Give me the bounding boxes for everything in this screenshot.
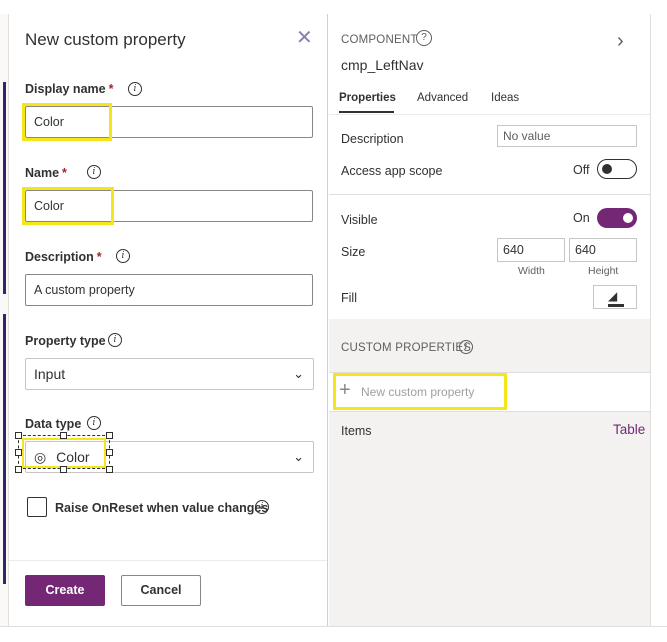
footer-divider <box>9 560 327 561</box>
bottom-strip <box>0 626 667 642</box>
tab-properties[interactable]: Properties <box>339 92 396 104</box>
height-caption: Height <box>588 265 619 277</box>
cancel-button[interactable]: Cancel <box>121 575 201 606</box>
info-icon[interactable]: i <box>87 416 101 430</box>
raise-onreset-label: Raise OnReset when value changes <box>55 501 269 515</box>
window-edge <box>650 14 667 626</box>
display-name-label: Display name * <box>25 82 114 96</box>
description-input[interactable]: A custom property <box>25 274 313 306</box>
access-scope-label: Access app scope <box>341 164 443 178</box>
top-strip <box>0 0 667 14</box>
fill-color-bar <box>608 304 624 307</box>
property-type-dropdown[interactable]: Input ⌄ <box>25 358 314 390</box>
create-button[interactable]: Create <box>25 575 105 606</box>
name-input[interactable]: Color <box>25 190 313 222</box>
property-type-label: Property type <box>25 334 106 348</box>
new-custom-property-label: New custom property <box>361 385 475 399</box>
selection-handle[interactable] <box>60 466 67 473</box>
visible-label: Visible <box>341 213 378 227</box>
tab-advanced[interactable]: Advanced <box>417 92 468 104</box>
data-type-label: Data type <box>25 417 82 431</box>
access-scope-toggle[interactable] <box>597 159 637 179</box>
info-icon[interactable]: i <box>459 340 473 354</box>
name-label: Name * <box>25 166 67 180</box>
items-value-link[interactable]: Table <box>613 422 645 437</box>
info-icon[interactable]: i <box>116 249 130 263</box>
panel-title: New custom property <box>25 30 186 49</box>
selection-handle[interactable] <box>60 432 67 439</box>
size-label: Size <box>341 245 366 259</box>
property-type-value: Input <box>34 366 66 382</box>
fill-label: Fill <box>341 291 357 305</box>
chevron-down-icon: ⌄ <box>293 449 304 464</box>
paint-bucket-icon: ◢ <box>608 289 618 303</box>
width-input[interactable]: 640 <box>497 238 565 262</box>
selection-handle[interactable] <box>106 466 113 473</box>
tab-ideas[interactable]: Ideas <box>491 92 519 104</box>
canvas-nav-bar <box>3 82 6 294</box>
tab-divider <box>329 114 650 115</box>
custom-properties-title: CUSTOM PROPERTIES <box>341 342 472 354</box>
info-icon[interactable]: i <box>128 82 142 96</box>
canvas-edge <box>0 14 9 626</box>
component-header: COMPONENT ? › cmp_LeftNav Properties Adv… <box>329 14 650 194</box>
selection-handle[interactable] <box>15 449 22 456</box>
new-custom-property-panel: New custom property ✕ Display name * i Co… <box>9 14 328 626</box>
new-custom-property-button[interactable]: + New custom property <box>329 372 650 412</box>
width-caption: Width <box>518 265 545 277</box>
selection-handle[interactable] <box>106 432 113 439</box>
display-name-input[interactable]: Color <box>25 106 313 138</box>
section-label: COMPONENT <box>341 34 418 46</box>
canvas-nav-bar <box>3 314 6 584</box>
active-tab-indicator <box>339 111 394 113</box>
info-icon[interactable]: i <box>108 333 122 347</box>
access-scope-state: Off <box>573 163 590 177</box>
plus-icon: + <box>339 379 351 401</box>
fill-color-picker[interactable]: ◢ <box>593 285 637 309</box>
items-label: Items <box>341 424 372 438</box>
component-name: cmp_LeftNav <box>341 57 424 73</box>
data-type-dropdown[interactable]: ◎ Color ⌄ <box>25 441 314 473</box>
visible-toggle[interactable] <box>597 208 637 228</box>
description-prop-input[interactable]: No value <box>497 125 637 147</box>
description-label: Description * <box>25 250 102 264</box>
info-icon[interactable]: i <box>87 165 101 179</box>
height-input[interactable]: 640 <box>569 238 637 262</box>
selection-handle[interactable] <box>106 449 113 456</box>
help-icon[interactable]: ? <box>416 30 432 46</box>
data-type-value: Color <box>56 449 90 465</box>
palette-icon: ◎ <box>34 449 47 465</box>
chevron-down-icon: ⌄ <box>293 366 304 381</box>
selection-handle[interactable] <box>15 466 22 473</box>
chevron-right-icon[interactable]: › <box>617 30 624 53</box>
visible-state: On <box>573 211 590 225</box>
description-prop-label: Description <box>341 132 404 146</box>
close-icon[interactable]: ✕ <box>296 28 313 48</box>
info-icon[interactable]: i <box>255 500 269 514</box>
selection-handle[interactable] <box>15 432 22 439</box>
component-properties-panel: COMPONENT ? › cmp_LeftNav Properties Adv… <box>329 14 650 626</box>
raise-onreset-checkbox[interactable] <box>27 497 47 517</box>
